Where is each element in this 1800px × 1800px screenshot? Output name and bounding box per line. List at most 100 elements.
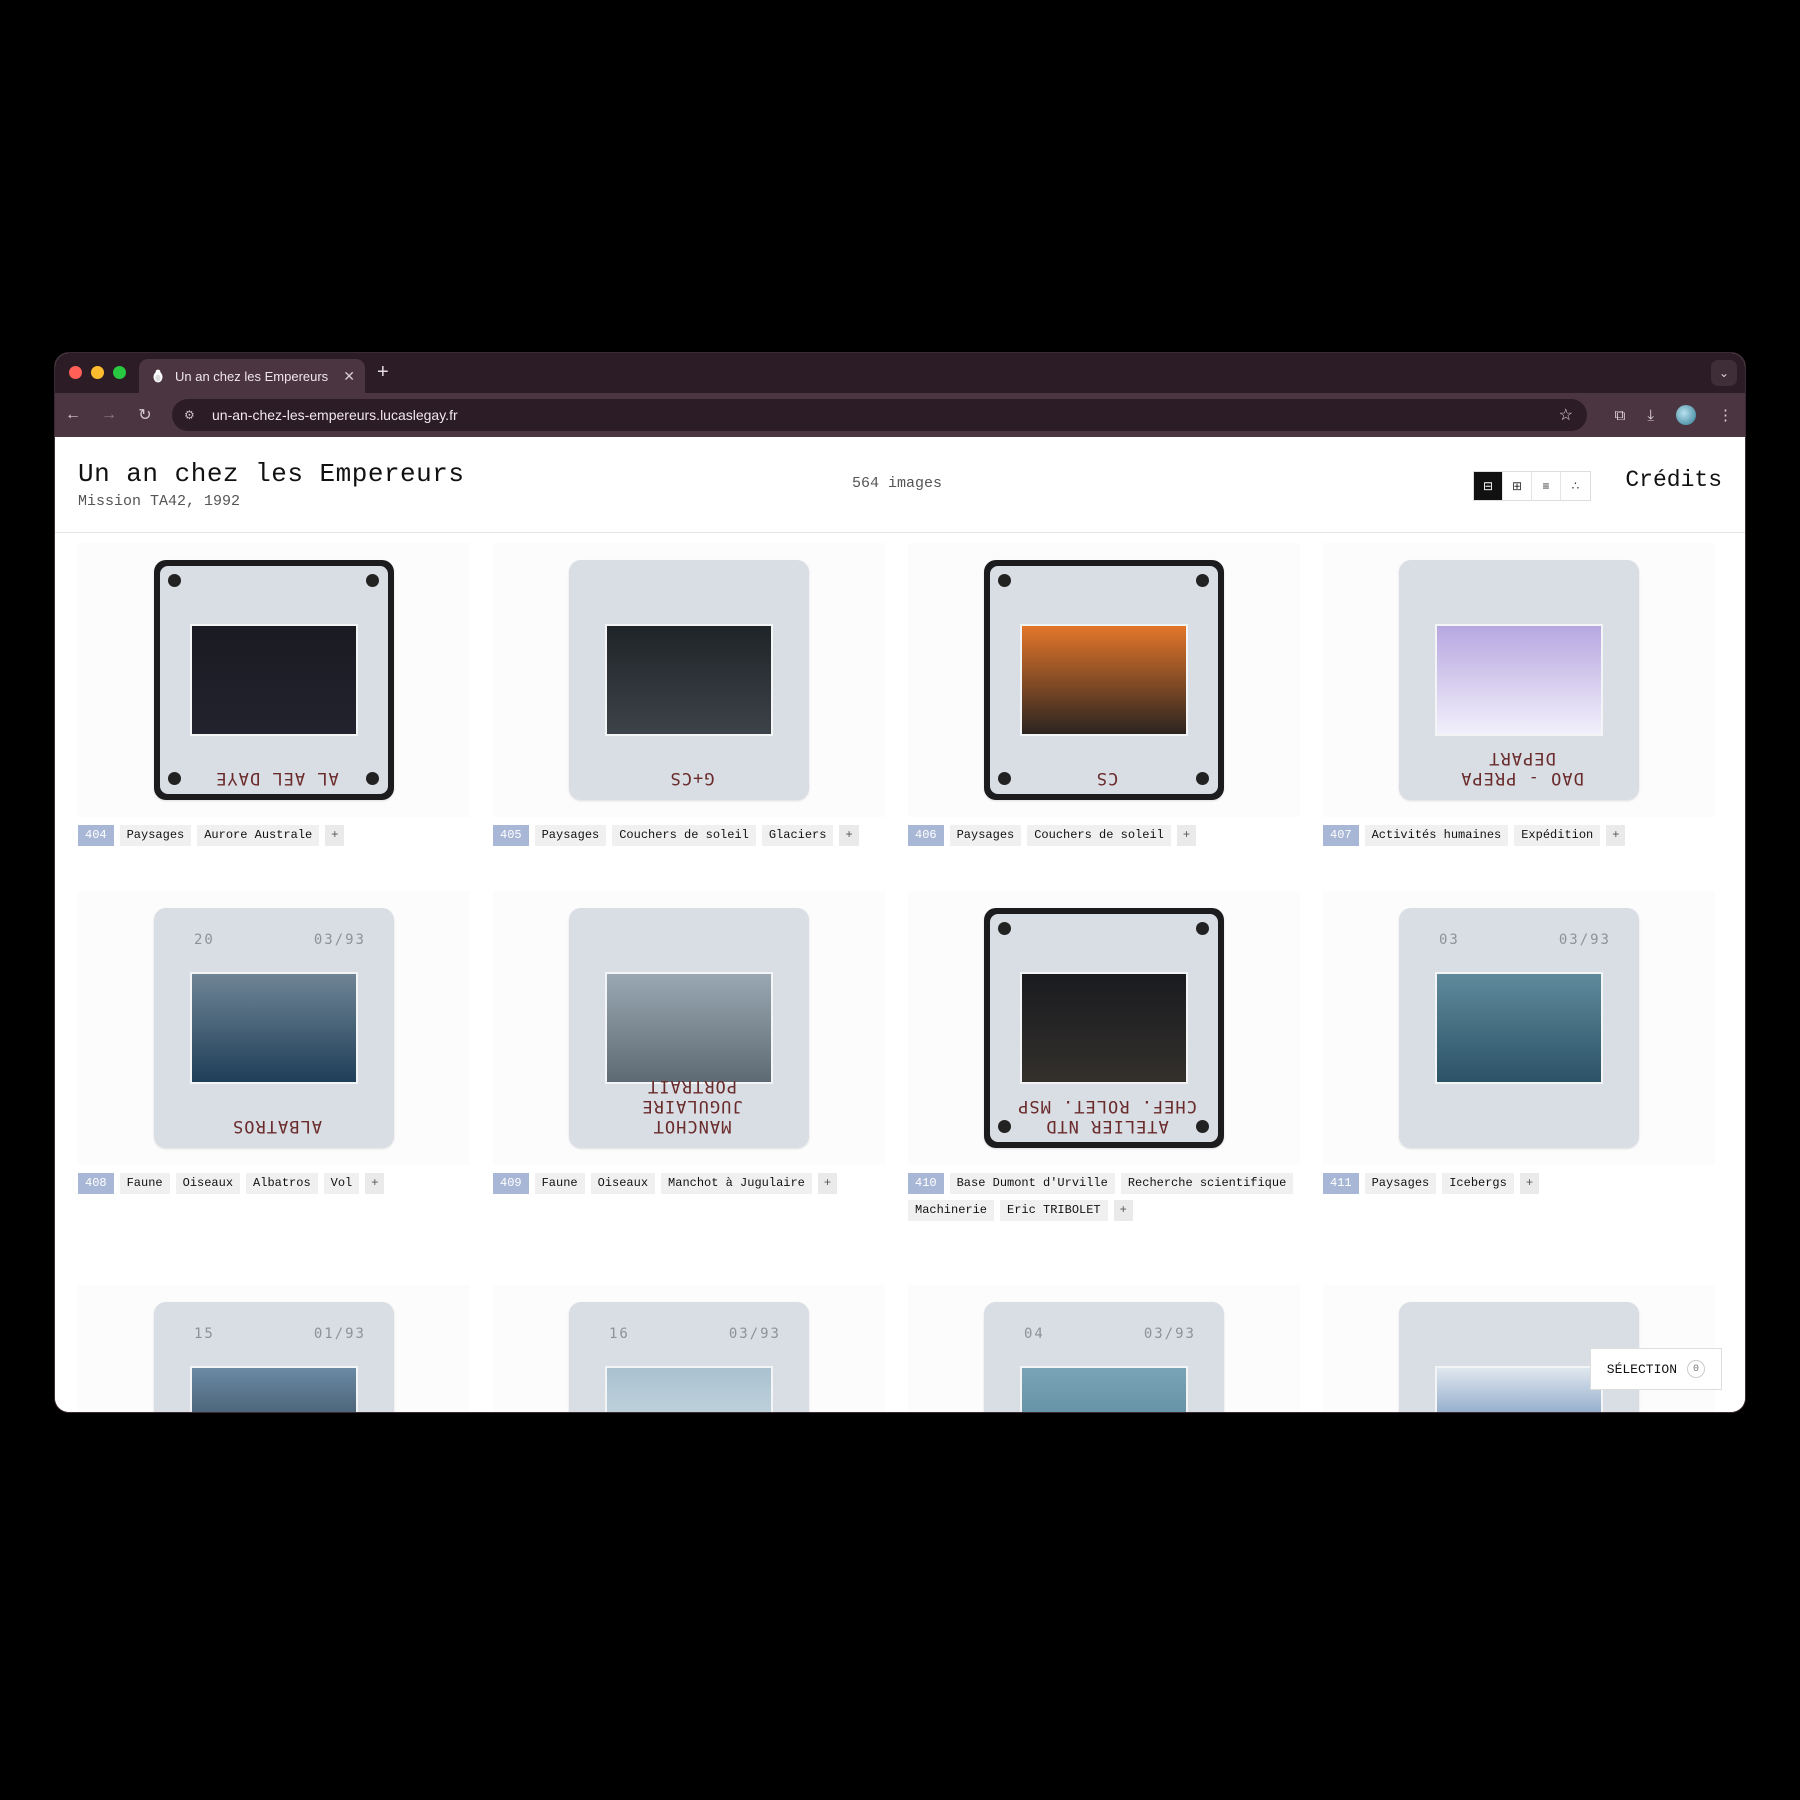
view-small-grid-icon[interactable]: ⊞ xyxy=(1503,472,1532,500)
browser-menu-icon[interactable]: ⋮ xyxy=(1718,406,1733,424)
tag-chip[interactable]: Paysages xyxy=(534,825,607,846)
tag-chip[interactable]: Couchers de soleil xyxy=(612,825,756,846)
slide-thumbnail[interactable]: 16 03/93 xyxy=(493,1285,885,1412)
add-tag-button[interactable]: + xyxy=(839,825,859,846)
tag-chip[interactable]: Recherche scientifique xyxy=(1120,1173,1294,1194)
tag-chip[interactable]: Couchers de soleil xyxy=(1027,825,1171,846)
minimize-window-button[interactable] xyxy=(91,366,104,379)
reload-icon[interactable]: ↻ xyxy=(127,405,163,425)
slide-thumbnail[interactable]: 04 03/93 xyxy=(908,1285,1300,1412)
profile-avatar[interactable] xyxy=(1676,405,1696,425)
tag-chip[interactable]: Paysages xyxy=(1364,1173,1437,1194)
add-tag-button[interactable]: + xyxy=(1176,825,1197,846)
slide-thumbnail[interactable]: MANCHOT JUGULAIRE PORTRAIT xyxy=(493,891,885,1165)
slide-frame: MANCHOT JUGULAIRE PORTRAIT xyxy=(569,908,809,1148)
site-title[interactable]: Un an chez les Empereurs xyxy=(78,459,464,489)
slide-number[interactable]: 404 xyxy=(78,825,114,846)
slide-card[interactable]: DAO - PREPA DEPART 407 Activités humaines E… xyxy=(1323,543,1715,846)
slide-thumbnail[interactable]: DAO - PREPA DEPART xyxy=(1323,543,1715,817)
tag-chip[interactable]: Faune xyxy=(534,1173,585,1194)
slide-number[interactable]: 407 xyxy=(1323,825,1359,846)
slide-card[interactable]: CS 406 Paysages Couchers de soleil + xyxy=(908,543,1300,846)
slide-photo xyxy=(1020,1366,1188,1412)
slide-card[interactable]: 03 03/93 411 Paysages Icebergs + xyxy=(1323,891,1715,1194)
add-tag-button[interactable]: + xyxy=(1113,1200,1133,1221)
slide-thumbnail[interactable]: 15 01/93 xyxy=(78,1285,470,1412)
close-window-button[interactable] xyxy=(69,366,82,379)
tag-chip[interactable]: Activités humaines xyxy=(1364,825,1509,846)
download-icon[interactable]: ⤓ xyxy=(1647,407,1654,424)
maximize-window-button[interactable] xyxy=(113,366,126,379)
tag-chip[interactable]: Albatros xyxy=(246,1173,318,1194)
forward-arrow-icon[interactable]: → xyxy=(91,406,127,424)
slide-frame: 15 01/93 xyxy=(154,1302,394,1412)
slide-number[interactable]: 408 xyxy=(78,1173,114,1194)
mount-hole xyxy=(998,1120,1011,1133)
add-tag-button[interactable]: + xyxy=(1606,825,1626,846)
slide-card[interactable]: 15 01/93 xyxy=(78,1285,470,1412)
tag-chip[interactable]: Icebergs xyxy=(1442,1173,1514,1194)
browser-window: Un an chez les Empereurs ✕ + ⌄ ← → ↻ ⚙ u… xyxy=(55,353,1745,1412)
slide-number[interactable]: 406 xyxy=(908,825,944,846)
slide-thumbnail[interactable]: 20 03/93 ALBATROS xyxy=(78,891,470,1165)
tag-chip[interactable]: Machinerie xyxy=(908,1200,995,1221)
tag-chip[interactable]: Base Dumont d'Urville xyxy=(949,1173,1115,1194)
back-arrow-icon[interactable]: ← xyxy=(55,406,91,424)
address-bar[interactable]: ⚙ un-an-chez-les-empereurs.lucaslegay.fr… xyxy=(172,399,1587,431)
tag-chip[interactable]: Eric TRIBOLET xyxy=(1000,1200,1108,1221)
add-tag-button[interactable]: + xyxy=(325,825,345,846)
new-tab-icon[interactable]: + xyxy=(377,361,389,384)
slide-card[interactable]: 16 03/93 xyxy=(493,1285,885,1412)
slide-thumbnail[interactable]: G+CS xyxy=(493,543,885,817)
extensions-puzzle-icon[interactable]: ⧉ xyxy=(1615,407,1626,424)
tab-search-chevron-icon[interactable]: ⌄ xyxy=(1711,360,1737,386)
slide-thumbnail[interactable]: ATELIER NTD CHEF. ROLET. MSP xyxy=(908,891,1300,1165)
slide-stamp: 20 03/93 xyxy=(194,932,366,948)
slide-card[interactable]: 20 03/93 ALBATROS 408 Faune Oiseaux Albatros Vo… xyxy=(78,891,470,1194)
tag-chip[interactable]: Faune xyxy=(119,1173,170,1194)
slide-card[interactable]: MANCHOT JUGULAIRE PORTRAIT 409 Faune Oiseau… xyxy=(493,891,885,1194)
tag-chip[interactable]: Aurore Australe xyxy=(197,825,320,846)
slide-number[interactable]: 410 xyxy=(908,1173,944,1194)
tab-close-icon[interactable]: ✕ xyxy=(343,368,355,385)
slide-card[interactable]: ATELIER NTD CHEF. ROLET. MSP 410 Base Dumo… xyxy=(908,891,1300,1221)
credits-link[interactable]: Crédits xyxy=(1625,467,1722,493)
tab-title: Un an chez les Empereurs xyxy=(175,368,329,384)
slide-stamp: 15 01/93 xyxy=(194,1326,366,1342)
slide-card[interactable]: 04 03/93 xyxy=(908,1285,1300,1412)
bookmark-star-icon[interactable]: ☆ xyxy=(1559,405,1573,425)
stamp-text: 03/93 xyxy=(1558,932,1611,948)
tag-chip[interactable]: Paysages xyxy=(949,825,1022,846)
tag-chip[interactable]: Paysages xyxy=(119,825,192,846)
slide-card[interactable]: AL AEL DAYE 404 Paysages Aurore Australe + xyxy=(78,543,470,846)
tag-chip[interactable]: Manchot à Jugulaire xyxy=(661,1173,812,1194)
tag-chip[interactable]: Vol xyxy=(323,1173,360,1194)
slide-stamp: 04 03/93 xyxy=(1024,1326,1196,1342)
slide-thumbnail[interactable]: CS xyxy=(908,543,1300,817)
selection-button[interactable]: SÉLECTION 0 xyxy=(1589,1348,1722,1390)
view-list-icon[interactable]: ≡ xyxy=(1532,472,1561,500)
tag-chip[interactable]: Oiseaux xyxy=(590,1173,656,1194)
site-settings-icon[interactable]: ⚙ xyxy=(184,408,200,422)
slide-frame: 20 03/93 ALBATROS xyxy=(154,908,394,1148)
tag-chip[interactable]: Oiseaux xyxy=(175,1173,241,1194)
add-tag-button[interactable]: + xyxy=(1519,1173,1540,1194)
slide-thumbnail[interactable]: AL AEL DAYE xyxy=(78,543,470,817)
site-header: Un an chez les Empereurs Mission TA42, 1… xyxy=(55,437,1745,533)
browser-tab[interactable]: Un an chez les Empereurs ✕ xyxy=(139,359,365,393)
mount-hole xyxy=(168,772,181,785)
slide-number[interactable]: 409 xyxy=(493,1173,529,1194)
view-scatter-icon[interactable]: ∴ xyxy=(1561,472,1590,500)
slide-number[interactable]: 411 xyxy=(1323,1173,1359,1194)
slide-thumbnail[interactable]: 03 03/93 xyxy=(1323,891,1715,1165)
slide-card[interactable]: G+CS 405 Paysages Couchers de soleil Glacier… xyxy=(493,543,885,846)
slide-photo xyxy=(190,1366,358,1412)
view-large-grid-icon[interactable]: ⊟ xyxy=(1474,472,1503,500)
add-tag-button[interactable]: + xyxy=(365,1173,385,1194)
tag-chip[interactable]: Glaciers xyxy=(761,825,834,846)
tag-chip[interactable]: Expédition xyxy=(1514,825,1601,846)
slide-number[interactable]: 405 xyxy=(493,825,529,846)
add-tag-button[interactable]: + xyxy=(817,1173,838,1194)
tag-list: 404 Paysages Aurore Australe + xyxy=(78,825,470,846)
url-text: un-an-chez-les-empereurs.lucaslegay.fr xyxy=(212,407,458,423)
